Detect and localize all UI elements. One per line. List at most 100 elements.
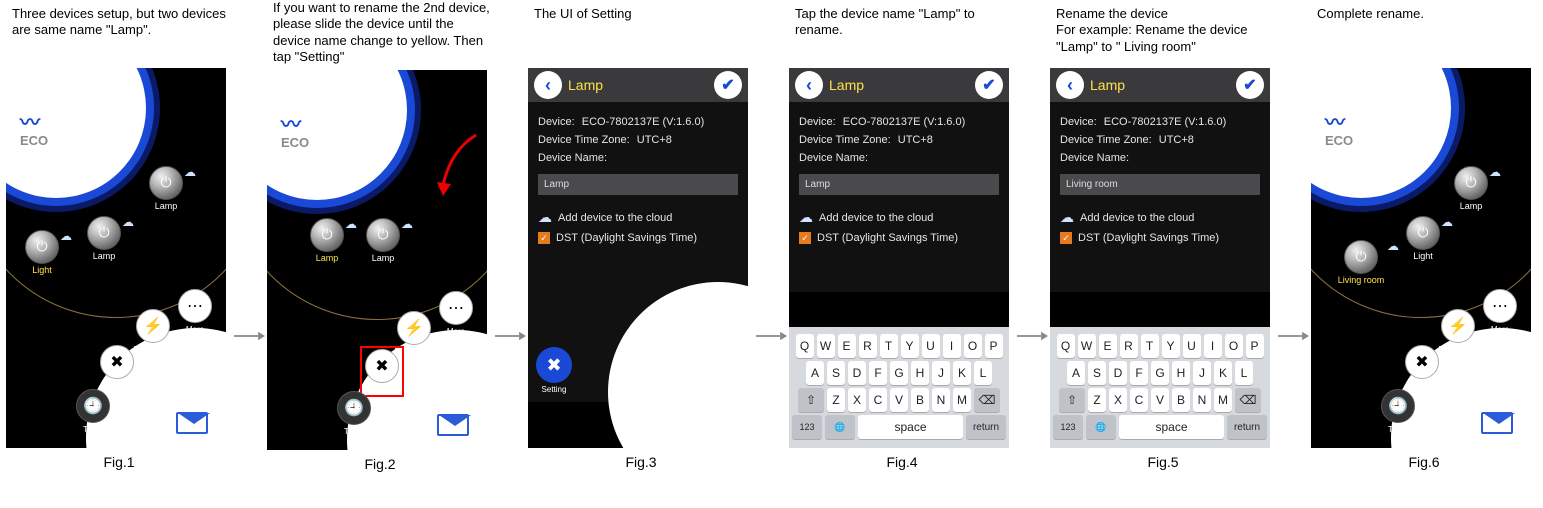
key-m[interactable]: M — [1214, 388, 1232, 412]
device-lamp-a[interactable]: ⏻ ☁︎ Lamp — [146, 166, 186, 212]
key-w[interactable]: W — [817, 334, 835, 358]
mail-icon[interactable] — [1481, 412, 1513, 434]
key-b[interactable]: B — [1172, 388, 1190, 412]
key-space[interactable]: space — [858, 415, 963, 439]
key-shift[interactable]: ⇧ — [798, 388, 824, 412]
key-h[interactable]: H — [1172, 361, 1190, 385]
device-lamp[interactable]: ⏻ ☁︎ Lamp — [1451, 166, 1491, 212]
key-i[interactable]: I — [1204, 334, 1222, 358]
key-j[interactable]: J — [932, 361, 950, 385]
key-k[interactable]: K — [1214, 361, 1232, 385]
key-p[interactable]: P — [1246, 334, 1264, 358]
key-s[interactable]: S — [827, 361, 845, 385]
key-s[interactable]: S — [1088, 361, 1106, 385]
back-button[interactable]: ‹ — [795, 71, 823, 99]
menu-electric-bill[interactable]: ⚡ Electric Bill — [1437, 309, 1479, 354]
menu-timer[interactable]: 🕘 Timer — [72, 389, 114, 434]
device-light[interactable]: ⏻ ☁︎ Light — [22, 230, 62, 276]
key-backspace[interactable]: ⌫ — [974, 388, 1000, 412]
key-globe[interactable]: 🌐 — [1086, 415, 1116, 439]
back-button[interactable]: ‹ — [534, 71, 562, 99]
key-n[interactable]: N — [1193, 388, 1211, 412]
key-k[interactable]: K — [953, 361, 971, 385]
key-i[interactable]: I — [943, 334, 961, 358]
menu-timer[interactable]: 🕘 Timer — [1377, 389, 1419, 434]
dst-toggle[interactable]: ✓ DST (Daylight Savings Time) — [538, 232, 738, 244]
add-to-cloud[interactable]: ☁︎ Add device to the cloud — [538, 209, 738, 226]
dst-toggle[interactable]: ✓ DST (Daylight Savings Time) — [799, 232, 999, 244]
menu-more[interactable]: ⋯ More — [435, 291, 477, 336]
key-g[interactable]: G — [890, 361, 908, 385]
confirm-button[interactable]: ✔ — [714, 71, 742, 99]
key-123[interactable]: 123 — [1053, 415, 1083, 439]
device-lamp-other[interactable]: ⏻ ☁︎ Lamp — [363, 218, 403, 264]
key-y[interactable]: Y — [1162, 334, 1180, 358]
key-d[interactable]: D — [1109, 361, 1127, 385]
key-return[interactable]: return — [1227, 415, 1267, 439]
key-p[interactable]: P — [985, 334, 1003, 358]
confirm-button[interactable]: ✔ — [1236, 71, 1264, 99]
key-r[interactable]: R — [1120, 334, 1138, 358]
menu-more[interactable]: ⋯ More — [1479, 289, 1521, 334]
key-j[interactable]: J — [1193, 361, 1211, 385]
key-m[interactable]: M — [953, 388, 971, 412]
key-space[interactable]: space — [1119, 415, 1224, 439]
key-123[interactable]: 123 — [792, 415, 822, 439]
confirm-button[interactable]: ✔ — [975, 71, 1003, 99]
key-q[interactable]: Q — [1057, 334, 1075, 358]
key-n[interactable]: N — [932, 388, 950, 412]
menu-more[interactable]: ⋯ More — [174, 289, 216, 334]
key-w[interactable]: W — [1078, 334, 1096, 358]
device-lamp-selected[interactable]: ⏻ ☁︎ Lamp — [307, 218, 347, 264]
key-z[interactable]: Z — [827, 388, 845, 412]
key-h[interactable]: H — [911, 361, 929, 385]
keyboard[interactable]: QWERTYUIOP ASDFGHJKL ⇧ZXCVBNM⌫ 123 🌐 spa… — [1050, 327, 1270, 448]
key-shift[interactable]: ⇧ — [1059, 388, 1085, 412]
mail-icon[interactable] — [437, 414, 469, 436]
device-name-input[interactable] — [799, 174, 999, 195]
key-a[interactable]: A — [806, 361, 824, 385]
menu-timer[interactable]: 🕘 Timer — [333, 391, 375, 436]
setting-shortcut[interactable]: ✖ Setting — [536, 347, 572, 394]
device-living-room[interactable]: ⏻ ☁︎ Living room — [1333, 240, 1389, 286]
key-y[interactable]: Y — [901, 334, 919, 358]
key-g[interactable]: G — [1151, 361, 1169, 385]
key-t[interactable]: T — [880, 334, 898, 358]
key-l[interactable]: L — [1235, 361, 1253, 385]
key-d[interactable]: D — [848, 361, 866, 385]
add-to-cloud[interactable]: ☁︎ Add device to the cloud — [799, 209, 999, 226]
key-v[interactable]: V — [1151, 388, 1169, 412]
keyboard[interactable]: QWERTYUIOP ASDFGHJKL ⇧ZXCVBNM⌫ 123 🌐 spa… — [789, 327, 1009, 448]
key-l[interactable]: L — [974, 361, 992, 385]
device-light[interactable]: ⏻ ☁︎ Light — [1403, 216, 1443, 262]
key-c[interactable]: C — [1130, 388, 1148, 412]
key-globe[interactable]: 🌐 — [825, 415, 855, 439]
key-e[interactable]: E — [1099, 334, 1117, 358]
back-button[interactable]: ‹ — [1056, 71, 1084, 99]
key-f[interactable]: F — [1130, 361, 1148, 385]
key-e[interactable]: E — [838, 334, 856, 358]
key-v[interactable]: V — [890, 388, 908, 412]
key-x[interactable]: X — [848, 388, 866, 412]
key-a[interactable]: A — [1067, 361, 1085, 385]
key-z[interactable]: Z — [1088, 388, 1106, 412]
key-q[interactable]: Q — [796, 334, 814, 358]
key-c[interactable]: C — [869, 388, 887, 412]
key-t[interactable]: T — [1141, 334, 1159, 358]
mail-icon[interactable] — [176, 412, 208, 434]
menu-electric-bill[interactable]: ⚡ Electric Bill — [132, 309, 174, 354]
key-o[interactable]: O — [1225, 334, 1243, 358]
key-x[interactable]: X — [1109, 388, 1127, 412]
key-o[interactable]: O — [964, 334, 982, 358]
menu-setting[interactable]: ✖ Setting — [96, 345, 138, 390]
menu-setting-highlighted[interactable]: ✖ Setting — [361, 347, 403, 396]
menu-setting[interactable]: ✖ Setting — [1401, 345, 1443, 390]
device-name-input[interactable] — [538, 174, 738, 195]
add-to-cloud[interactable]: ☁︎ Add device to the cloud — [1060, 209, 1260, 226]
device-lamp-b[interactable]: ⏻ ☁︎ Lamp — [84, 216, 124, 262]
key-r[interactable]: R — [859, 334, 877, 358]
key-u[interactable]: U — [1183, 334, 1201, 358]
key-f[interactable]: F — [869, 361, 887, 385]
key-u[interactable]: U — [922, 334, 940, 358]
key-return[interactable]: return — [966, 415, 1006, 439]
